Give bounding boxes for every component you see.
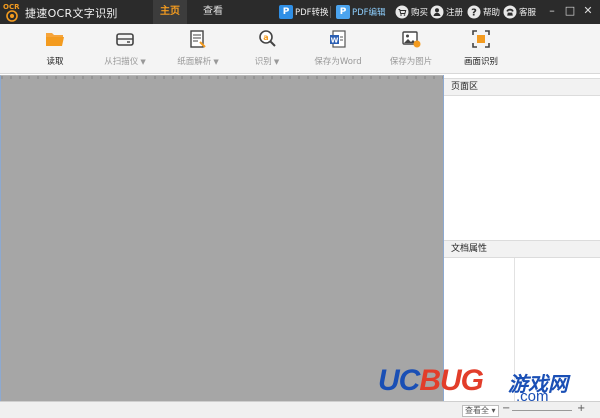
right-side-pane: 页面区 文档属性	[443, 75, 600, 401]
service-link[interactable]: 客服	[503, 4, 536, 20]
svg-text:W: W	[331, 37, 339, 45]
document-canvas[interactable]	[0, 75, 444, 401]
screen-capture-icon	[472, 30, 490, 48]
screen-ocr-button[interactable]: 画面识别	[461, 28, 501, 72]
doc-properties-header: 文档属性	[444, 240, 600, 258]
magnifier-icon: a	[259, 30, 276, 47]
title-bar: OCR 捷速OCR文字识别 主页 查看 P PDF转换 P PDF编辑 购买 注…	[0, 0, 600, 24]
paper-parse-button[interactable]: 纸面解析 ▼	[172, 28, 224, 72]
save-image-label: 保存为图片	[389, 57, 433, 67]
pdf-edit-icon: P	[336, 5, 350, 19]
save-word-button[interactable]: W 保存为Word	[312, 28, 364, 72]
zoom-in-button[interactable]: +	[577, 403, 585, 414]
read-label: 读取	[46, 57, 64, 67]
register-label: 注册	[446, 8, 464, 18]
recognize-label: 识别 ▼	[254, 57, 280, 67]
paper-parse-label: 纸面解析 ▼	[177, 57, 219, 67]
word-doc-icon: W	[330, 30, 346, 48]
read-button[interactable]: 读取	[40, 28, 70, 72]
document-parse-icon	[190, 30, 206, 48]
pdf-convert-link[interactable]: P PDF转换	[279, 4, 329, 20]
svg-text:?: ?	[471, 8, 477, 19]
chevron-down-icon: ▼	[140, 58, 146, 66]
minimize-button[interactable]: –	[546, 4, 558, 18]
cart-icon	[395, 5, 409, 19]
app-logo-icon: OCR	[3, 3, 20, 22]
save-image-button[interactable]: 保存为图片	[386, 28, 436, 72]
phone-icon	[503, 5, 517, 19]
pdf-convert-label: PDF转换	[295, 8, 329, 18]
chevron-down-icon: ▼	[273, 58, 280, 66]
tab-home[interactable]: 主页	[153, 0, 187, 24]
divider	[330, 6, 331, 18]
close-button[interactable]: ✕	[582, 4, 594, 18]
screen-ocr-label: 画面识别	[463, 57, 498, 67]
maximize-button[interactable]: □	[564, 4, 576, 18]
register-link[interactable]: 注册	[430, 4, 463, 20]
chevron-down-icon: ▼	[213, 58, 219, 66]
zoom-slider[interactable]	[512, 410, 572, 411]
svg-text:OCR: OCR	[3, 3, 20, 11]
save-word-label: 保存为Word	[314, 57, 362, 67]
scan-button[interactable]: 从扫描仪 ▼	[100, 28, 150, 72]
scanner-icon	[116, 33, 134, 46]
folder-open-icon	[46, 33, 64, 46]
recognize-button[interactable]: a 识别 ▼	[252, 28, 282, 72]
image-save-icon	[402, 31, 421, 48]
page-area-header: 页面区	[444, 78, 600, 96]
svg-text:a: a	[263, 33, 268, 42]
zoom-mode-select[interactable]: 查看全 ▾	[462, 405, 499, 417]
canvas-top-edge	[1, 76, 444, 79]
buy-link[interactable]: 购买	[395, 4, 428, 20]
pdf-edit-link[interactable]: P PDF编辑	[336, 4, 386, 20]
buy-label: 购买	[411, 8, 429, 18]
help-link[interactable]: ? 帮助	[467, 4, 500, 20]
ribbon-toolbar: 读取 从扫描仪 ▼ 纸面解析 ▼ a 识别 ▼ W 保存为Word 保存为图片 …	[0, 24, 600, 74]
zoom-out-button[interactable]: −	[502, 403, 510, 414]
pdf-edit-label: PDF编辑	[352, 8, 386, 18]
help-icon: ?	[467, 5, 481, 19]
app-title: 捷速OCR文字识别	[25, 7, 118, 20]
tab-view[interactable]: 查看	[196, 0, 230, 24]
help-label: 帮助	[483, 8, 501, 18]
pdf-convert-icon: P	[279, 5, 293, 19]
status-bar: 查看全 ▾ − +	[0, 401, 600, 418]
user-icon	[430, 5, 444, 19]
service-label: 客服	[519, 8, 537, 18]
watermark-ucbug: UCBUG	[378, 364, 484, 397]
scan-label: 从扫描仪 ▼	[104, 57, 146, 67]
